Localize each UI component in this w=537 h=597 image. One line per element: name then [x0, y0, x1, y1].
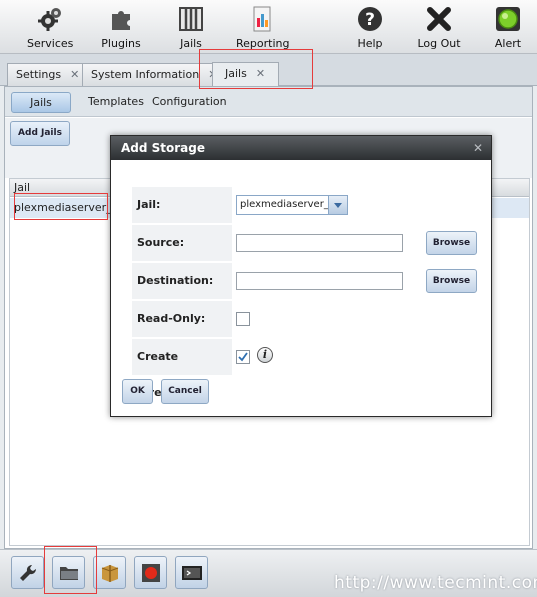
- toolbar-services-label: Services: [27, 37, 74, 50]
- tab-settings[interactable]: Settings ✕: [7, 63, 89, 86]
- cancel-button-label: Cancel: [168, 386, 202, 396]
- toolbar-reporting-label: Reporting: [236, 37, 290, 50]
- logout-x-icon: [426, 6, 452, 32]
- destination-field-label: Destination:: [132, 263, 232, 299]
- toolbar-jails[interactable]: Jails: [176, 6, 206, 52]
- tab-system-information[interactable]: System Information✕: [82, 63, 227, 86]
- ok-button-label: OK: [130, 386, 145, 396]
- subnav-jails[interactable]: Jails: [11, 92, 71, 113]
- plugins-package-button[interactable]: [93, 556, 126, 589]
- jail-bars-icon: [178, 6, 204, 32]
- destination-field-row: Destination: Browse: [132, 263, 477, 300]
- jails-subnav: Jails Templates Configuration: [5, 87, 532, 117]
- jail-select-value: plexmediaserver_1: [240, 199, 336, 210]
- jail-field-row: Jail: plexmediaserver_1: [132, 187, 477, 224]
- read-only-checkbox[interactable]: [236, 312, 250, 326]
- create-directory-field-row: Create directory: i: [132, 339, 477, 399]
- toolbar-plugins-label: Plugins: [101, 37, 141, 50]
- source-browse-label: Browse: [432, 238, 471, 248]
- help-question-icon: ?: [357, 6, 383, 32]
- toolbar-alert[interactable]: Alert: [493, 6, 523, 52]
- toolbar-help-label: Help: [357, 37, 383, 50]
- destination-browse-label: Browse: [432, 276, 471, 286]
- toolbar-jails-label: Jails: [180, 37, 202, 50]
- tab-strip: Settings ✕ System Information✕ Jails ✕: [0, 54, 537, 86]
- cancel-button[interactable]: Cancel: [161, 379, 209, 404]
- source-field-label: Source:: [132, 225, 232, 261]
- toolbar-logout[interactable]: Log Out: [417, 6, 461, 52]
- stop-jail-button[interactable]: [134, 556, 167, 589]
- close-icon[interactable]: ✕: [256, 63, 265, 84]
- info-icon[interactable]: i: [257, 347, 273, 363]
- source-field-row: Source: Browse: [132, 225, 477, 262]
- source-browse-button[interactable]: Browse: [426, 231, 477, 255]
- tab-settings-label: Settings: [16, 68, 62, 81]
- subnav-templates[interactable]: Templates: [80, 92, 152, 113]
- add-jails-button-label: Add Jails: [18, 128, 62, 138]
- shell-button[interactable]: [175, 556, 208, 589]
- toolbar-help[interactable]: ? Help: [356, 6, 384, 52]
- jail-settings-button[interactable]: [11, 556, 44, 589]
- report-chart-icon: [249, 6, 275, 32]
- dialog-title: Add Storage: [121, 141, 206, 155]
- checkmark-icon: [238, 352, 248, 362]
- svg-text:?: ?: [365, 10, 375, 30]
- add-storage-dialog: Add Storage ✕ Jail: plexmediaserver_1 So…: [110, 135, 492, 417]
- subnav-configuration-label: Configuration: [152, 95, 227, 108]
- jail-select[interactable]: plexmediaserver_1: [236, 195, 348, 215]
- jail-field-label: Jail:: [132, 187, 232, 223]
- create-directory-field-label: Create directory:: [132, 339, 232, 399]
- destination-input[interactable]: [236, 272, 403, 290]
- create-directory-checkbox[interactable]: [236, 350, 250, 364]
- tab-jails-label: Jails: [225, 67, 247, 80]
- tab-system-information-label: System Information: [91, 68, 200, 81]
- subnav-configuration[interactable]: Configuration: [144, 92, 235, 113]
- wrench-icon: [20, 564, 37, 581]
- source-input[interactable]: [236, 234, 403, 252]
- destination-browse-button[interactable]: Browse: [426, 269, 477, 293]
- alert-light-icon: [495, 6, 521, 32]
- watermark-text: http://www.tecmint.com: [334, 573, 537, 593]
- toolbar-alert-label: Alert: [494, 37, 522, 50]
- dialog-title-bar[interactable]: Add Storage ✕: [111, 136, 491, 160]
- folder-storage-icon: [60, 567, 78, 580]
- read-only-field-label: Read-Only:: [132, 301, 232, 337]
- close-icon[interactable]: ✕: [70, 64, 79, 85]
- jail-name-cell: plexmediaserver_1: [14, 201, 119, 214]
- gears-icon: [37, 6, 63, 32]
- chevron-down-icon[interactable]: [328, 196, 347, 214]
- add-jails-button[interactable]: Add Jails: [10, 121, 70, 146]
- puzzle-icon: [108, 6, 134, 32]
- add-storage-button[interactable]: [52, 556, 85, 589]
- tab-jails[interactable]: Jails ✕: [212, 62, 280, 86]
- toolbar-services[interactable]: Services: [27, 6, 73, 52]
- package-icon: [101, 565, 119, 582]
- toolbar-reporting[interactable]: Reporting: [236, 6, 290, 52]
- close-icon[interactable]: ✕: [473, 136, 483, 160]
- toolbar-plugins[interactable]: Plugins: [100, 6, 142, 52]
- stop-icon: [142, 564, 160, 582]
- toolbar-logout-label: Log Out: [417, 37, 461, 50]
- subnav-jails-label: Jails: [30, 96, 52, 109]
- top-toolbar: Services Plugins Jails Reporting ? Help …: [0, 0, 537, 54]
- subnav-templates-label: Templates: [88, 95, 144, 108]
- ok-button[interactable]: OK: [122, 379, 153, 404]
- shell-icon: [182, 566, 202, 580]
- read-only-field-row: Read-Only:: [132, 301, 477, 338]
